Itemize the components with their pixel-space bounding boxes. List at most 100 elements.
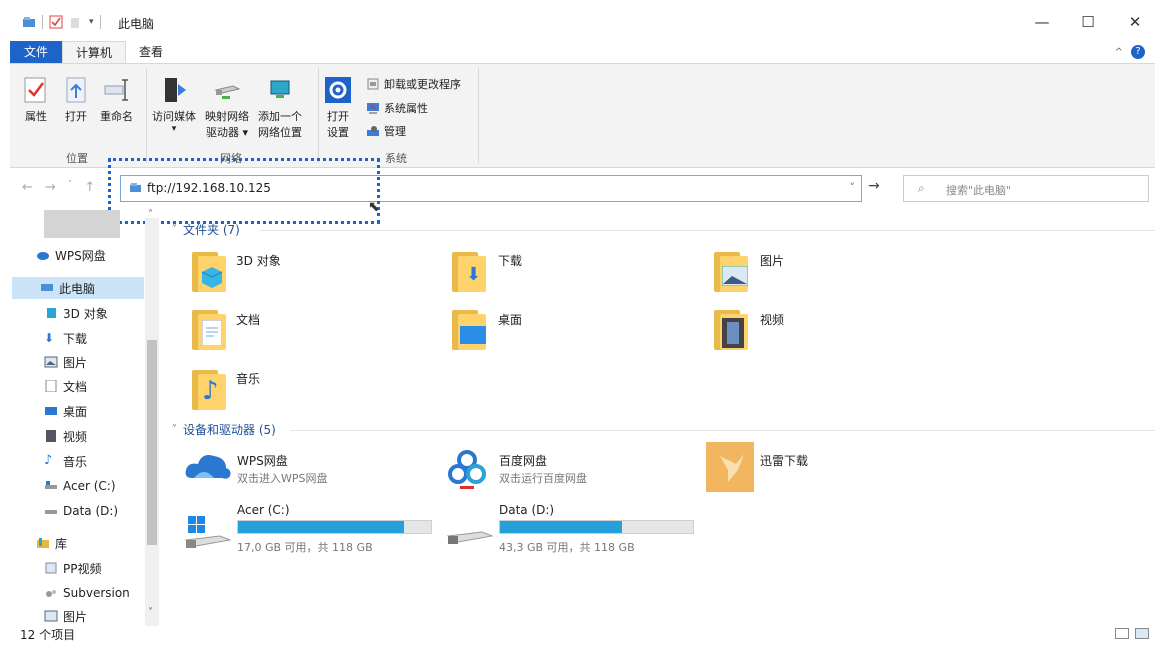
system-properties-button[interactable]: 系统属性: [366, 100, 428, 116]
network-location-icon: [270, 80, 290, 98]
nav-scrollbar-thumb[interactable]: [147, 340, 157, 545]
customize-dropdown-icon[interactable]: ▾: [89, 17, 94, 27]
devices-section-header[interactable]: ˅ 设备和驱动器 (5): [172, 421, 276, 438]
quick-access-toolbar: ▾: [22, 15, 101, 29]
nav-item-3d-objects[interactable]: 3D 对象: [44, 302, 108, 324]
help-icon[interactable]: ?: [1131, 45, 1145, 59]
rename-label: 重命名: [100, 110, 133, 123]
minimize-button[interactable]: —: [1022, 8, 1062, 36]
maximize-button[interactable]: ☐: [1068, 8, 1108, 36]
thunder-download-folder-icon[interactable]: [706, 442, 754, 492]
drive-icon[interactable]: [446, 522, 494, 552]
cloud-icon: [37, 252, 49, 260]
film-icon: [722, 318, 744, 348]
address-dropdown-icon[interactable]: ˅: [850, 181, 856, 194]
nav-item-drive-c[interactable]: Acer (C:): [44, 475, 116, 497]
uninstall-programs-button[interactable]: 卸载或更改程序: [366, 76, 461, 92]
nav-item-label: 3D 对象: [63, 306, 108, 321]
drive-name[interactable]: Data (D:): [499, 503, 554, 517]
mouse-cursor-icon: ⬉: [368, 199, 380, 215]
large-icons-view-icon[interactable]: [1135, 628, 1149, 639]
manage-label: 管理: [384, 125, 406, 138]
forward-arrow-icon[interactable]: →: [45, 180, 56, 195]
open-button[interactable]: 打开: [62, 76, 90, 124]
folder-music-icon[interactable]: ♪: [192, 366, 226, 410]
baidu-netdisk-icon[interactable]: [446, 448, 488, 490]
close-button[interactable]: ✕: [1115, 8, 1155, 36]
nav-item-label: 音乐: [63, 454, 88, 469]
music-note-icon: ♪: [44, 453, 53, 468]
folder-label[interactable]: 3D 对象: [236, 252, 281, 269]
add-network-location-label-2: 网络位置: [258, 126, 302, 139]
folder-label[interactable]: 图片: [760, 252, 784, 269]
back-arrow-icon[interactable]: ←: [22, 180, 33, 195]
folder-documents-icon[interactable]: [192, 306, 226, 350]
film-icon: [46, 430, 56, 442]
go-arrow-icon[interactable]: →: [868, 178, 880, 194]
folder-label[interactable]: 文档: [236, 311, 260, 328]
nav-item-label: WPS网盘: [55, 248, 106, 263]
open-settings-button[interactable]: 打开 设置: [324, 76, 352, 140]
folder-pictures-icon[interactable]: [714, 248, 748, 292]
folder-downloads-icon[interactable]: ⬇: [452, 248, 486, 292]
nav-item-this-pc[interactable]: 此电脑: [12, 277, 144, 299]
tab-computer[interactable]: 计算机: [62, 41, 127, 63]
device-name[interactable]: 百度网盘: [499, 452, 547, 469]
nav-item-pictures-library[interactable]: 图片: [44, 605, 87, 627]
folder-3d-objects-icon[interactable]: [192, 248, 226, 292]
folder-label[interactable]: 下载: [498, 252, 522, 269]
nav-item-videos[interactable]: 视频: [44, 425, 87, 447]
tab-file[interactable]: 文件: [10, 41, 63, 63]
network-drive-icon: [214, 85, 241, 99]
folder-videos-icon[interactable]: [714, 306, 748, 350]
device-name[interactable]: WPS网盘: [237, 452, 288, 469]
windows-drive-icon[interactable]: [184, 514, 232, 552]
system-properties-icon: [367, 103, 379, 114]
nav-item-subversion[interactable]: Subversion: [44, 582, 130, 604]
up-arrow-icon[interactable]: ↑: [84, 180, 95, 195]
nav-item-music[interactable]: ♪ 音乐: [44, 450, 87, 472]
folder-desktop-icon[interactable]: [452, 306, 486, 350]
folder-label[interactable]: 音乐: [236, 370, 260, 387]
device-name[interactable]: 迅雷下载: [760, 452, 808, 469]
scroll-up-icon[interactable]: ˄: [148, 209, 153, 220]
nav-item-pictures[interactable]: 图片: [44, 351, 87, 373]
access-media-button[interactable]: 访问媒体 ▾: [152, 76, 196, 134]
properties-label: 属性: [25, 110, 47, 123]
nav-item-documents[interactable]: 文档: [44, 375, 87, 397]
nav-item-pp-video[interactable]: PP视频: [44, 557, 101, 579]
search-box[interactable]: ⌕ 搜索"此电脑": [903, 175, 1149, 202]
collapse-ribbon-icon[interactable]: ^: [1115, 47, 1123, 58]
nav-item-desktop[interactable]: 桌面: [44, 400, 87, 422]
add-network-location-button[interactable]: 添加一个 网络位置: [258, 76, 302, 140]
nav-item-downloads[interactable]: ⬇ 下载: [44, 327, 87, 349]
group-system-label: 系统: [385, 152, 407, 165]
rename-button[interactable]: 重命名: [100, 76, 133, 124]
drive-usage-fill: [500, 521, 622, 533]
new-folder-icon[interactable]: [69, 15, 83, 29]
nav-item-drive-d[interactable]: Data (D:): [44, 500, 118, 522]
properties-button[interactable]: 属性: [22, 76, 50, 124]
details-view-icon[interactable]: [1115, 628, 1129, 639]
picture-icon: [722, 266, 748, 286]
nav-item-library[interactable]: 库: [36, 532, 67, 554]
group-location-label: 位置: [66, 152, 88, 165]
scroll-down-icon[interactable]: ˅: [148, 607, 153, 618]
drive-usage-fill: [238, 521, 404, 533]
folder-label[interactable]: 视频: [760, 311, 784, 328]
properties-check-icon[interactable]: [49, 15, 63, 29]
folders-section-header[interactable]: ˅ 文件夹 (7): [172, 221, 240, 238]
title-bar: [0, 0, 1155, 40]
ribbon-separator: [146, 68, 147, 163]
tab-view[interactable]: 查看: [126, 41, 176, 63]
map-network-drive-button[interactable]: 映射网络 驱动器 ▾: [205, 76, 249, 140]
explorer-icon[interactable]: [22, 15, 36, 29]
folder-label[interactable]: 桌面: [498, 311, 522, 328]
wps-cloud-icon[interactable]: [184, 448, 232, 484]
recent-locations-icon[interactable]: ˅: [68, 180, 73, 195]
device-subtitle: 双击进入WPS网盘: [237, 472, 328, 485]
nav-item-wps-cloud[interactable]: WPS网盘: [36, 244, 106, 266]
drive-name[interactable]: Acer (C:): [237, 503, 290, 517]
manage-button[interactable]: 管理: [366, 123, 406, 139]
add-network-location-label-1: 添加一个: [258, 110, 302, 123]
